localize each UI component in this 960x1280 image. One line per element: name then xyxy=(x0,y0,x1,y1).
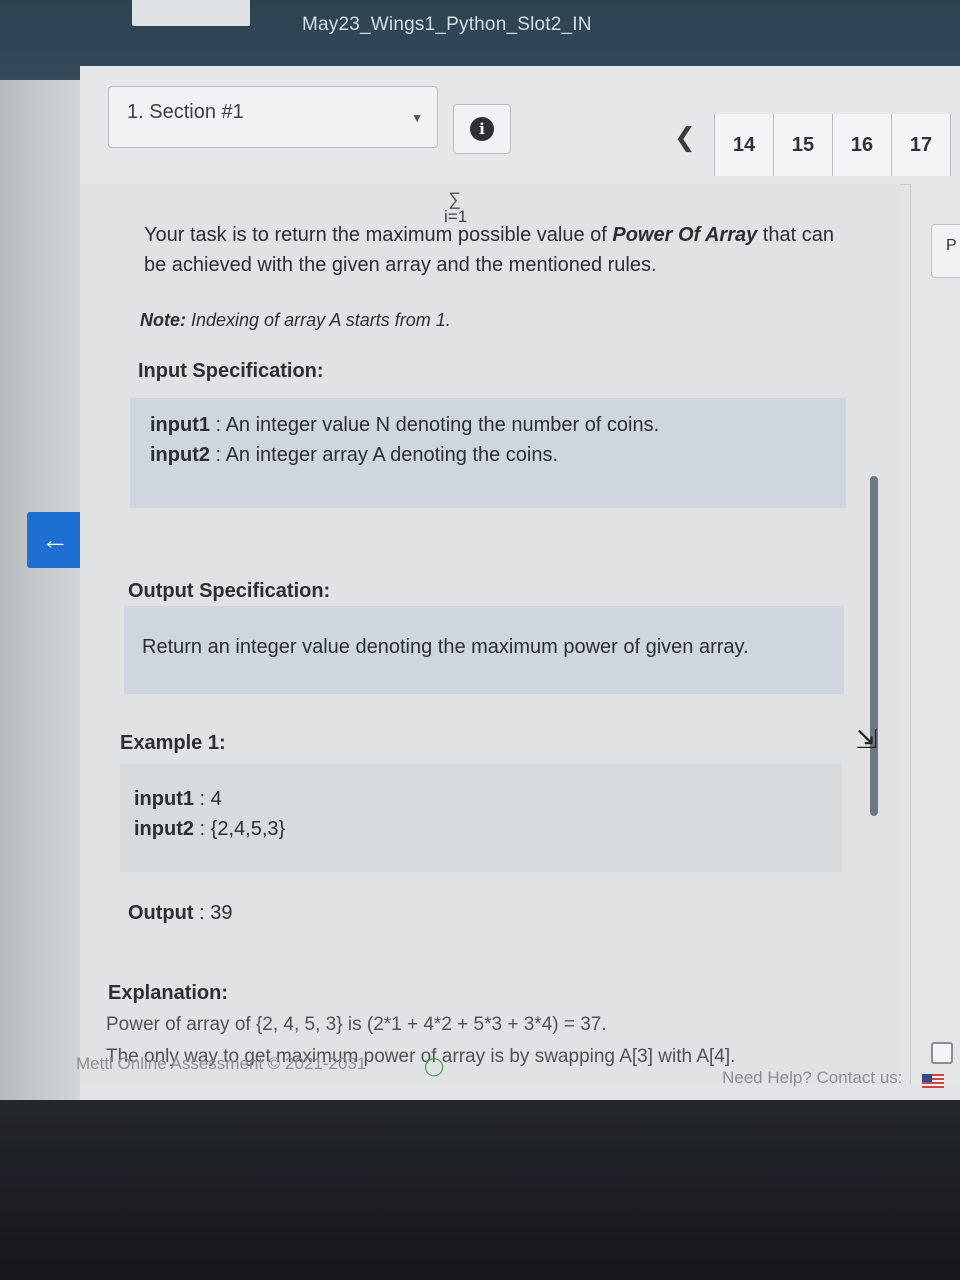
mouse-cursor-icon: ⇲ xyxy=(856,724,878,754)
test-title: May23_Wings1_Python_Slot2_IN xyxy=(302,14,592,35)
question-number-17[interactable]: 17 xyxy=(892,114,951,176)
top-left-tab xyxy=(132,0,250,26)
side-panel-checkbox[interactable] xyxy=(931,1042,953,1064)
info-icon: i xyxy=(470,117,494,141)
question-panel: 1. Section #1 ▼ i ❮ 14 15 16 17 ∑ i=1 Yo… xyxy=(80,66,960,1100)
section-select-label: 1. Section #1 xyxy=(127,101,244,123)
arrow-left-icon: ← xyxy=(41,524,69,555)
explanation-line-1: Power of array of {2, 4, 5, 3} is (2*1 +… xyxy=(106,1014,607,1035)
explanation-heading: Explanation: xyxy=(108,982,229,1004)
back-button[interactable]: ← xyxy=(27,512,83,568)
question-number-16[interactable]: 16 xyxy=(833,114,892,176)
example-input2: input2 : {2,4,5,3} xyxy=(134,818,286,840)
info-button[interactable]: i xyxy=(453,104,511,154)
left-frame xyxy=(0,80,80,1100)
example-input-box: input1 : 4 input2 : {2,4,5,3} xyxy=(120,764,842,872)
indexing-note: Note: Indexing of array A starts from 1. xyxy=(140,310,451,330)
input1-spec: input1 : An integer value N denoting the… xyxy=(150,414,660,436)
section-select[interactable]: 1. Section #1 ▼ xyxy=(108,86,438,148)
task-description: Your task is to return the maximum possi… xyxy=(144,224,834,276)
footer-copyright: Mettl Online Assessment © 2021-2031 xyxy=(76,1054,367,1073)
input2-spec: input2 : An integer array A denoting the… xyxy=(150,444,559,466)
question-number-15[interactable]: 15 xyxy=(774,114,833,176)
us-flag-icon[interactable] xyxy=(922,1074,944,1088)
example-heading: Example 1: xyxy=(120,732,226,754)
example-output: Output : 39 xyxy=(128,902,233,924)
chevron-down-icon: ▼ xyxy=(411,111,423,125)
input-spec-heading: Input Specification: xyxy=(138,360,324,382)
problem-content[interactable]: ∑ i=1 Your task is to return the maximum… xyxy=(80,184,900,1084)
chevron-left-icon[interactable]: ❮ xyxy=(674,122,696,153)
footer-help-link[interactable]: Need Help? Contact us: xyxy=(722,1068,903,1088)
output-spec-heading: Output Specification: xyxy=(128,580,331,602)
question-navigator: 14 15 16 17 xyxy=(714,114,951,176)
question-number-14[interactable]: 14 xyxy=(715,114,774,176)
monitor-bezel xyxy=(0,1100,960,1280)
example-input1: input1 : 4 xyxy=(134,788,222,810)
input-spec-box: input1 : An integer value N denoting the… xyxy=(130,398,846,508)
answer-side-panel: P xyxy=(910,184,960,1084)
output-spec-box: Return an integer value denoting the max… xyxy=(124,606,844,694)
sum-symbol-icon: ∑ xyxy=(448,189,463,209)
wifi-icon: ◯ xyxy=(424,1056,445,1076)
side-panel-button[interactable]: P xyxy=(931,224,960,278)
question-header: 1. Section #1 ▼ i ❮ 14 15 16 17 xyxy=(80,66,960,185)
content-scrollbar[interactable] xyxy=(870,476,878,816)
power-of-array-term: Power Of Array xyxy=(612,224,758,246)
